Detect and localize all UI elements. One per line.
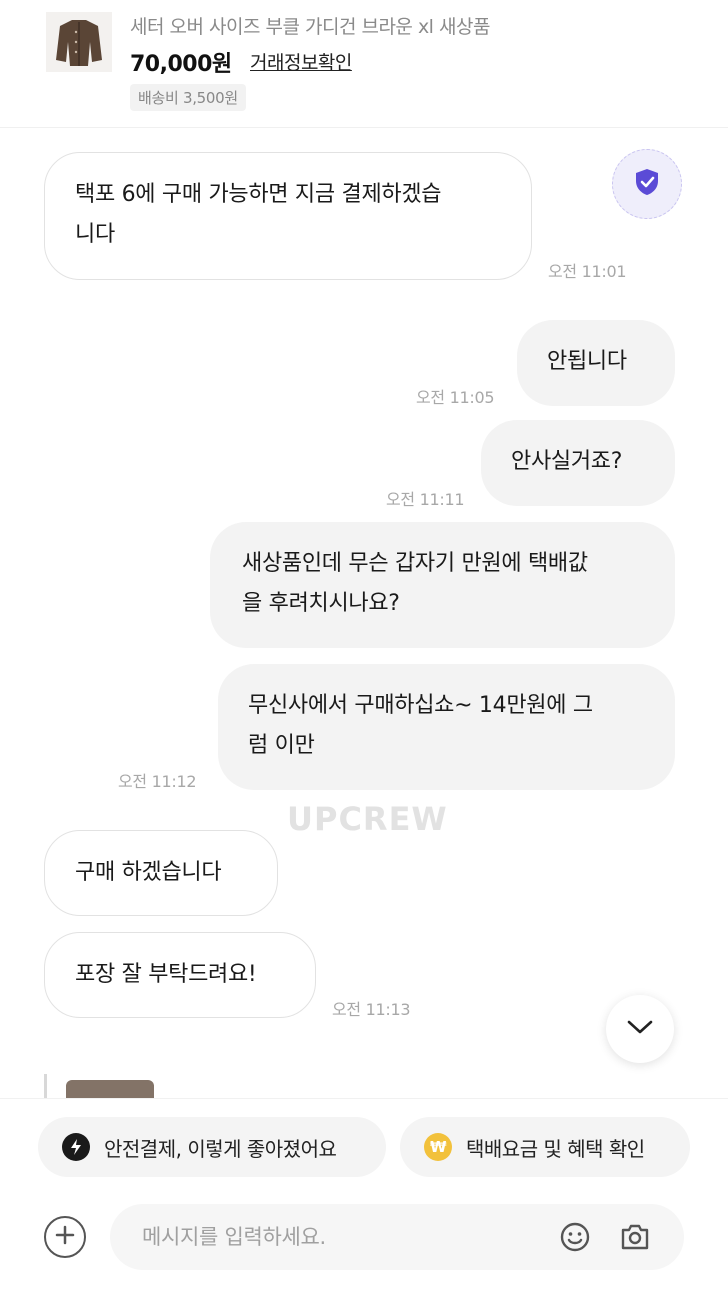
chevron-down-icon — [626, 1018, 654, 1040]
message-line: 포장 잘 부탁드려요! — [75, 962, 257, 987]
message-line: 럼 이만 — [248, 733, 315, 758]
safe-trade-shield-button[interactable] — [612, 149, 682, 219]
trade-info-link[interactable]: 거래정보확인 — [250, 48, 352, 75]
won-coin-icon: ₩ — [424, 1133, 452, 1161]
product-price: 70,000원 — [130, 52, 232, 77]
plus-icon — [55, 1225, 75, 1249]
message-time: 오전 11:13 — [332, 1000, 411, 1019]
message-input[interactable] — [142, 1216, 542, 1258]
scroll-to-bottom-button[interactable] — [606, 995, 674, 1063]
message-time: 오전 11:05 — [416, 388, 495, 407]
chat-bubble-incoming[interactable]: 포장 잘 부탁드려요! — [44, 932, 316, 1018]
message-composer — [110, 1204, 684, 1270]
message-line: 무신사에서 구매하십쇼~ 14만원에 그 — [248, 693, 593, 718]
shield-check-icon — [633, 167, 661, 201]
product-image-partial[interactable] — [66, 1080, 154, 1098]
chat-bubble-incoming[interactable]: 택포 6에 구매 가능하면 지금 결제하겠습 니다 — [44, 152, 532, 280]
product-title: 세터 오버 사이즈 부클 가디건 브라운 xl 새상품 — [130, 16, 490, 38]
message-time: 오전 11:11 — [386, 490, 465, 509]
product-header[interactable]: 세터 오버 사이즈 부클 가디건 브라운 xl 새상품 70,000원 거래정보… — [0, 0, 728, 128]
quote-bar — [44, 1074, 47, 1098]
camera-icon[interactable] — [618, 1220, 652, 1254]
chip-label: 안전결제, 이렇게 좋아졌어요 — [104, 1136, 337, 1161]
chat-bubble-outgoing[interactable]: 무신사에서 구매하십쇼~ 14만원에 그 럼 이만 — [218, 664, 675, 790]
message-time: 오전 11:12 — [118, 772, 197, 791]
message-line: 구매 하겠습니다 — [75, 860, 222, 885]
message-time: 오전 11:01 — [548, 262, 627, 281]
product-thumbnail[interactable] — [46, 12, 112, 72]
chat-bubble-outgoing[interactable]: 새상품인데 무슨 갑자기 만원에 택배값 을 후려치시나요? — [210, 522, 675, 648]
chat-bubble-incoming[interactable]: 구매 하겠습니다 — [44, 830, 278, 916]
shipping-fee-badge: 배송비 3,500원 — [130, 84, 246, 111]
lightning-icon — [62, 1133, 90, 1161]
message-line: 니다 — [75, 222, 115, 247]
message-line: 안사실거죠? — [511, 449, 623, 474]
message-line: 안됩니다 — [547, 349, 627, 374]
shipping-rate-chip[interactable]: ₩ 택배요금 및 혜택 확인 — [400, 1117, 690, 1177]
watermark: UPCREW — [287, 800, 448, 838]
attach-plus-button[interactable] — [44, 1216, 86, 1258]
safe-payment-chip[interactable]: 안전결제, 이렇게 좋아졌어요 — [38, 1117, 386, 1177]
chat-bubble-outgoing[interactable]: 안됩니다 — [517, 320, 675, 406]
chip-label: 택배요금 및 혜택 확인 — [466, 1136, 645, 1161]
message-line: 택포 6에 구매 가능하면 지금 결제하겠습 — [75, 182, 442, 207]
chat-bubble-outgoing[interactable]: 안사실거죠? — [481, 420, 675, 506]
message-line: 새상품인데 무슨 갑자기 만원에 택배값 — [242, 551, 588, 576]
emoji-icon[interactable] — [558, 1220, 592, 1254]
message-line: 을 후려치시나요? — [242, 591, 400, 616]
